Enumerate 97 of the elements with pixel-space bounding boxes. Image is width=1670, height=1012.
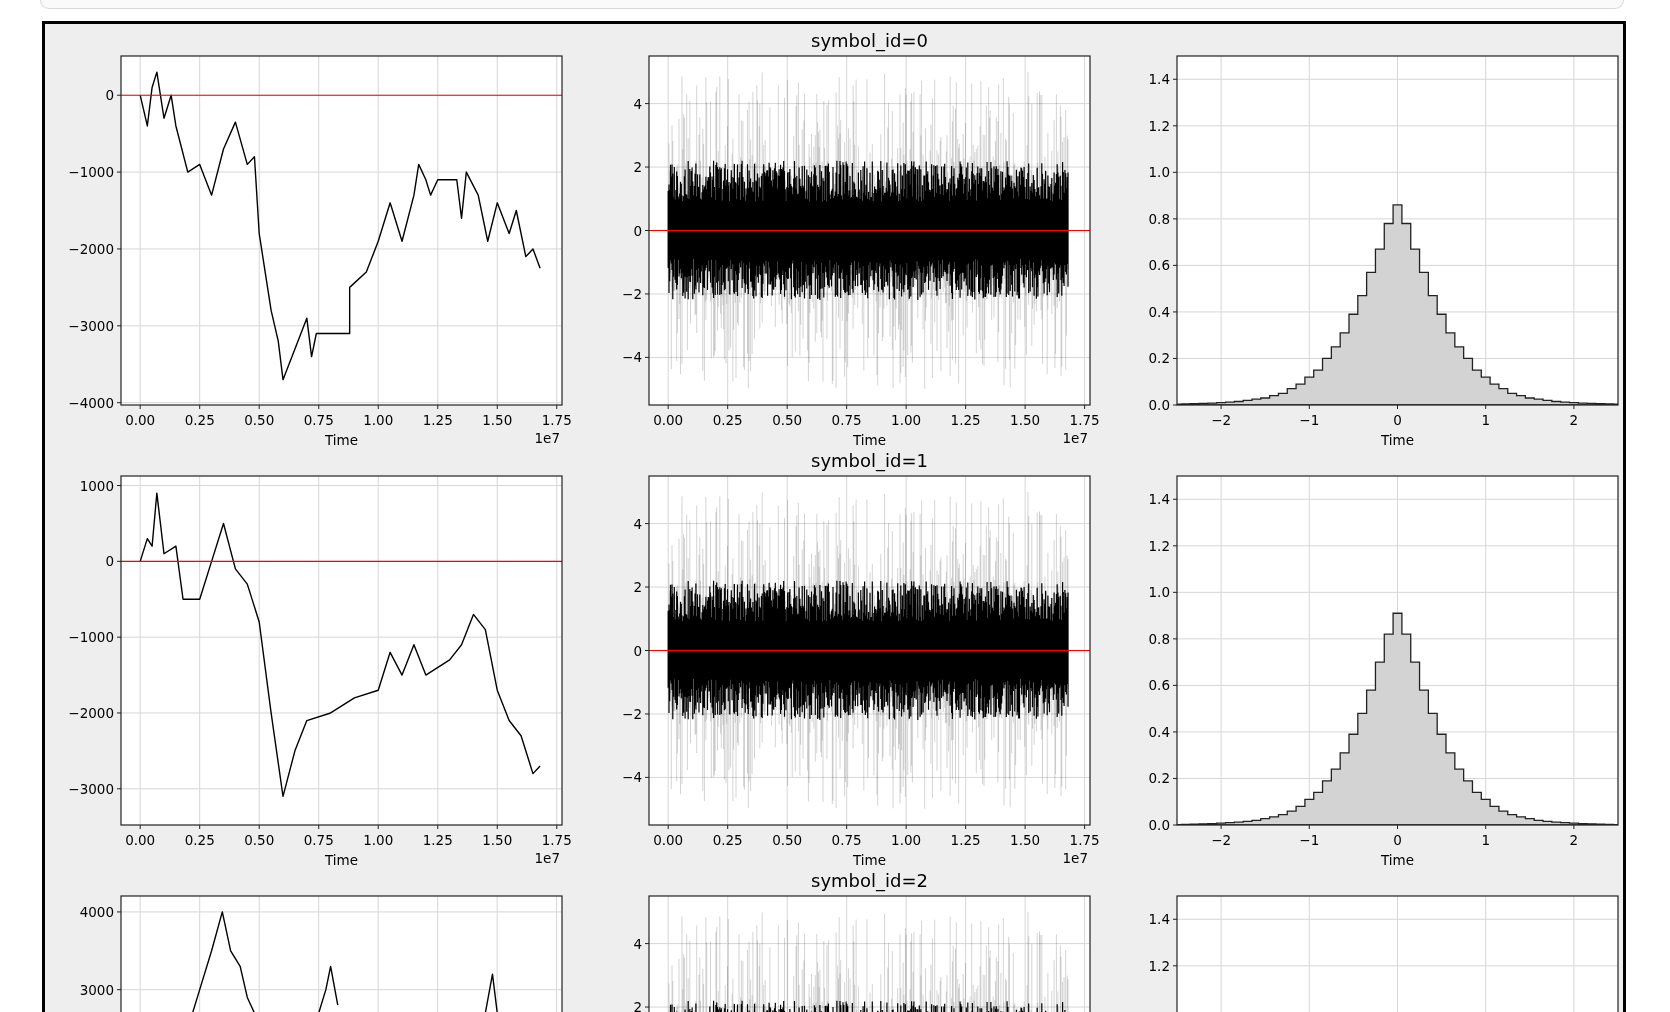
tick-label: −2 xyxy=(1211,832,1232,848)
tick-label: −3000 xyxy=(68,780,114,797)
chart-title: symbol_id=0 xyxy=(811,30,928,51)
tick-label: 1.75 xyxy=(541,832,572,848)
tick-label: 0.50 xyxy=(244,412,275,428)
tick-label: 1.2 xyxy=(1148,117,1170,134)
tick-label: 1.75 xyxy=(1069,832,1100,848)
tick-label: 0.25 xyxy=(184,412,215,428)
tick-label: 2 xyxy=(1569,832,1579,848)
tick-label: 4 xyxy=(633,95,642,112)
tick-label: 0.6 xyxy=(1148,257,1170,274)
tick-label: 1.4 xyxy=(1148,911,1170,928)
axis-label: Time xyxy=(1381,432,1414,448)
tick-label: 1.50 xyxy=(1010,412,1041,428)
tick-label: 0.75 xyxy=(303,832,334,848)
tick-label: −1 xyxy=(1299,832,1320,848)
tick-label: 1.25 xyxy=(422,832,453,848)
tick-label: 1.75 xyxy=(1069,412,1100,428)
tick-label: 1.25 xyxy=(950,832,981,848)
tick-label: −2000 xyxy=(68,240,114,257)
axis-offset-label: 1e7 xyxy=(1062,850,1088,866)
tick-label: 0.50 xyxy=(772,412,803,428)
tick-label: 3000 xyxy=(79,981,114,998)
tick-label: −4 xyxy=(622,769,642,786)
tick-label: −4 xyxy=(622,349,642,366)
tick-label: 0.2 xyxy=(1148,770,1170,787)
tick-label: 1.4 xyxy=(1148,71,1170,88)
tick-label: 0 xyxy=(1393,412,1402,428)
tick-label: 1.00 xyxy=(363,412,394,428)
axis-offset-label: 1e7 xyxy=(1062,430,1088,446)
axis-offset-label: 1e7 xyxy=(534,850,560,866)
tick-label: 4000 xyxy=(79,903,114,920)
tick-label: 0.8 xyxy=(1148,630,1170,647)
tick-label: 0 xyxy=(1393,832,1402,848)
tick-label: 0.50 xyxy=(772,832,803,848)
tick-label: 0.50 xyxy=(244,832,275,848)
tick-label: −2 xyxy=(622,285,642,302)
axis-label: Time xyxy=(853,432,886,448)
tick-label: 2 xyxy=(633,999,642,1012)
tick-label: −2 xyxy=(1211,412,1232,428)
tick-label: 0.00 xyxy=(653,412,684,428)
tick-label: 1.25 xyxy=(950,412,981,428)
tick-label: 0 xyxy=(105,553,114,570)
tick-label: 4 xyxy=(633,935,642,952)
tick-label: −3000 xyxy=(68,317,114,334)
tick-label: 0.4 xyxy=(1148,723,1170,740)
tick-label: 0.0 xyxy=(1148,817,1170,833)
chart-title: symbol_id=2 xyxy=(811,870,928,891)
tick-label: 4 xyxy=(633,515,642,532)
tick-label: 1.0 xyxy=(1148,584,1170,601)
tick-label: 2 xyxy=(1569,412,1579,428)
tick-label: 0.25 xyxy=(712,412,743,428)
chart-title: symbol_id=1 xyxy=(811,450,928,471)
tick-label: 0.8 xyxy=(1148,210,1170,227)
tick-label: −1 xyxy=(1299,412,1320,428)
tick-label: 0.75 xyxy=(831,412,862,428)
tick-label: 0.00 xyxy=(653,832,684,848)
axis-label: Time xyxy=(325,432,358,448)
tick-label: 1000 xyxy=(79,477,114,494)
tick-label: 1.4 xyxy=(1148,491,1170,508)
tick-label: −2 xyxy=(622,705,642,722)
axis-label: Time xyxy=(853,852,886,868)
tick-label: 0.25 xyxy=(184,832,215,848)
tick-label: 1.25 xyxy=(422,412,453,428)
tick-label: 0.2 xyxy=(1148,350,1170,367)
tick-label: 0.0 xyxy=(1148,397,1170,413)
tick-label: −4000 xyxy=(68,394,114,411)
tick-label: 0.75 xyxy=(303,412,334,428)
tick-label: 0.75 xyxy=(831,832,862,848)
tick-label: 0 xyxy=(633,642,642,659)
tick-label: 0 xyxy=(633,222,642,239)
tick-label: 1.00 xyxy=(363,832,394,848)
tick-label: 2 xyxy=(633,159,642,176)
tick-label: 1.50 xyxy=(482,412,513,428)
tick-label: 1.50 xyxy=(482,832,513,848)
tick-label: 0.4 xyxy=(1148,303,1170,320)
tick-label: 0.00 xyxy=(125,832,156,848)
tick-label: 1.2 xyxy=(1148,957,1170,974)
axis-label: Time xyxy=(325,852,358,868)
tick-label: 0 xyxy=(105,87,114,104)
tick-label: −2000 xyxy=(68,704,114,721)
tick-label: 1.75 xyxy=(541,412,572,428)
tick-label: 1.0 xyxy=(1148,164,1170,181)
tick-label: 1 xyxy=(1481,412,1490,428)
axis-offset-label: 1e7 xyxy=(534,430,560,446)
tick-label: 0.25 xyxy=(712,832,743,848)
tick-label: 1.2 xyxy=(1148,537,1170,554)
axis-label: Time xyxy=(1381,852,1414,868)
tick-label: 0.00 xyxy=(125,412,156,428)
tick-label: 1 xyxy=(1481,832,1490,848)
tick-label: 1.00 xyxy=(891,412,922,428)
tick-label: 0.6 xyxy=(1148,677,1170,694)
tick-label: 1.00 xyxy=(891,832,922,848)
tick-label: 1.50 xyxy=(1010,832,1041,848)
tick-label: 2 xyxy=(633,579,642,596)
tick-label: −1000 xyxy=(68,629,114,646)
tick-label: −1000 xyxy=(68,164,114,181)
